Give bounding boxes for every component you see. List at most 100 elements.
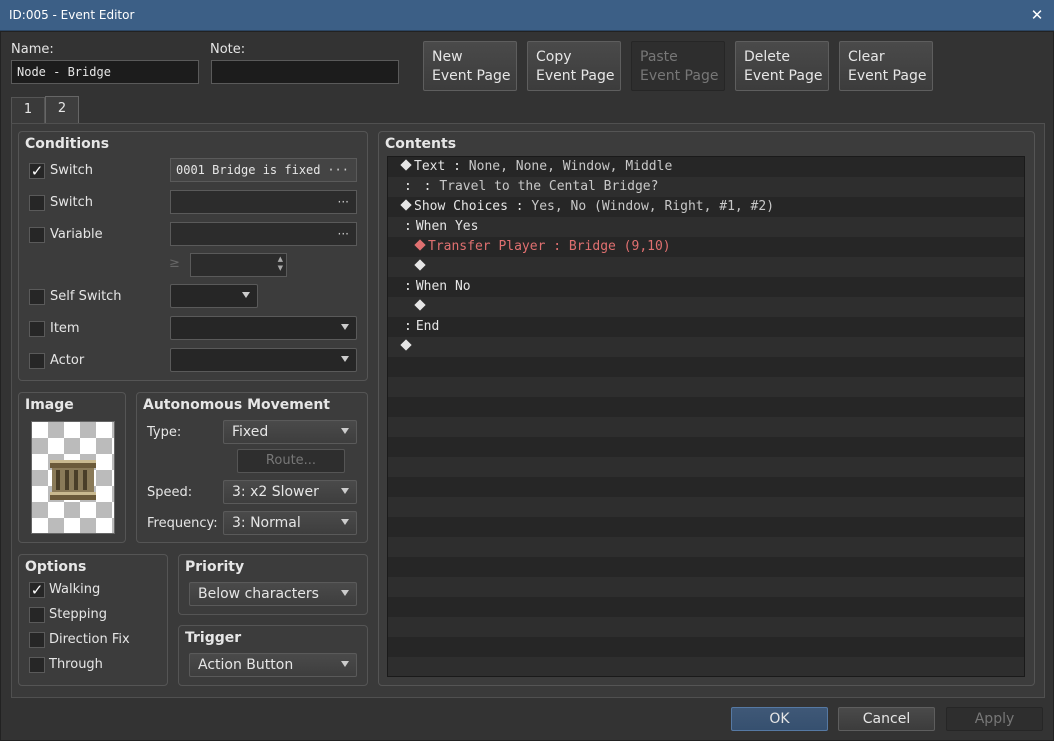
variable-field[interactable]: ··· xyxy=(170,222,357,246)
button-line: Clear xyxy=(848,49,885,65)
chevron-down-icon xyxy=(242,292,250,298)
switch1-checkbox[interactable] xyxy=(29,163,45,179)
command-row[interactable] xyxy=(388,257,1024,277)
button-line: Event Page xyxy=(744,68,823,84)
actor-checkbox[interactable] xyxy=(29,353,45,369)
trigger-value: Action Button xyxy=(198,657,294,673)
command-row[interactable]: : When No xyxy=(388,277,1024,297)
options-title: Options xyxy=(25,559,87,575)
command-marker-icon xyxy=(414,258,426,271)
chevron-down-icon xyxy=(341,428,349,434)
stepping-checkbox[interactable] xyxy=(29,607,45,623)
event-command-list[interactable]: Text : None, None, Window, Middle: : Tra… xyxy=(387,156,1025,677)
switch2-checkbox[interactable] xyxy=(29,195,45,211)
chevron-down-icon xyxy=(341,661,349,667)
command-row[interactable] xyxy=(388,577,1024,597)
command-row[interactable] xyxy=(388,597,1024,617)
command-name: When Yes xyxy=(415,219,479,234)
command-row[interactable] xyxy=(388,357,1024,377)
command-row[interactable]: Text : None, None, Window, Middle xyxy=(388,157,1024,177)
self-switch-checkbox[interactable] xyxy=(29,289,45,305)
close-icon[interactable]: ✕ xyxy=(1026,4,1048,26)
chevron-down-icon xyxy=(341,324,349,330)
command-row[interactable] xyxy=(388,657,1024,676)
switch2-field[interactable]: ··· xyxy=(170,190,357,214)
priority-select[interactable]: Below characters xyxy=(189,582,357,606)
item-select[interactable] xyxy=(170,316,357,340)
command-name: End xyxy=(415,319,440,334)
copy-event-page-button[interactable]: Copy Event Page xyxy=(527,41,621,91)
command-row[interactable] xyxy=(388,457,1024,477)
type-select[interactable]: Fixed xyxy=(223,420,357,444)
cancel-button[interactable]: Cancel xyxy=(838,707,935,731)
new-event-page-button[interactable]: New Event Page xyxy=(423,41,517,91)
command-args: None, None, Window, Middle xyxy=(468,159,673,174)
priority-value: Below characters xyxy=(198,586,319,602)
switch2-label: Switch xyxy=(50,195,93,210)
name-field[interactable]: Node - Bridge xyxy=(11,60,199,84)
command-row[interactable] xyxy=(388,397,1024,417)
variable-checkbox[interactable] xyxy=(29,227,45,243)
walking-checkbox[interactable] xyxy=(29,582,45,598)
image-preview[interactable] xyxy=(31,421,115,534)
paste-event-page-button[interactable]: Paste Event Page xyxy=(631,41,725,91)
actor-select[interactable] xyxy=(170,348,357,372)
apply-button[interactable]: Apply xyxy=(946,707,1043,731)
command-row[interactable] xyxy=(388,477,1024,497)
command-separator: : xyxy=(507,199,532,214)
type-label: Type: xyxy=(147,425,182,440)
priority-group: Priority Below characters xyxy=(178,554,368,615)
frequency-select[interactable]: 3: Normal xyxy=(223,511,357,535)
command-row[interactable] xyxy=(388,617,1024,637)
command-args: Yes, No (Window, Right, #1, #2) xyxy=(531,199,775,214)
switch1-field[interactable]: 0001 Bridge is fixed ··· xyxy=(170,158,357,182)
continuation-marker: : xyxy=(404,219,412,234)
command-row[interactable] xyxy=(388,517,1024,537)
tab-page-2[interactable]: 2 xyxy=(45,96,79,123)
command-args: Bridge (9,10) xyxy=(568,239,671,254)
walking-label: Walking xyxy=(49,582,101,597)
command-name: Show Choices xyxy=(414,199,508,214)
command-row[interactable] xyxy=(388,637,1024,657)
delete-event-page-button[interactable]: Delete Event Page xyxy=(735,41,829,91)
command-row[interactable] xyxy=(388,537,1024,557)
continuation-marker: : xyxy=(404,319,412,334)
self-switch-select[interactable] xyxy=(170,284,258,308)
command-row[interactable]: : : Travel to the Cental Bridge? xyxy=(388,177,1024,197)
variable-amount-spinner[interactable]: ▲ ▼ xyxy=(190,253,287,277)
through-checkbox[interactable] xyxy=(29,657,45,673)
item-checkbox[interactable] xyxy=(29,321,45,337)
command-row[interactable] xyxy=(388,417,1024,437)
chevron-down-icon xyxy=(341,590,349,596)
more-icon: ··· xyxy=(337,227,349,241)
command-args: Travel to the Cental Bridge? xyxy=(439,179,659,194)
tab-page-1[interactable]: 1 xyxy=(11,97,45,123)
command-row[interactable] xyxy=(388,497,1024,517)
command-row[interactable] xyxy=(388,337,1024,357)
command-row[interactable] xyxy=(388,297,1024,317)
conditions-title: Conditions xyxy=(25,136,110,152)
command-marker-icon xyxy=(414,298,426,311)
command-row[interactable]: Transfer Player : Bridge (9,10) xyxy=(388,237,1024,257)
button-line: Event Page xyxy=(432,68,511,84)
ok-button[interactable]: OK xyxy=(731,707,828,731)
command-row[interactable] xyxy=(388,557,1024,577)
chevron-down-icon xyxy=(341,356,349,362)
command-separator: : xyxy=(545,239,569,254)
route-button[interactable]: Route... xyxy=(237,449,345,473)
speed-select[interactable]: 3: x2 Slower xyxy=(223,480,357,504)
trigger-select[interactable]: Action Button xyxy=(189,653,357,677)
continuation-marker: : xyxy=(404,279,412,294)
clear-event-page-button[interactable]: Clear Event Page xyxy=(839,41,933,91)
more-icon: ··· xyxy=(337,195,349,209)
command-row[interactable]: : When Yes xyxy=(388,217,1024,237)
command-row[interactable] xyxy=(388,377,1024,397)
variable-label: Variable xyxy=(50,227,103,242)
ge-symbol: ≥ xyxy=(169,256,180,271)
note-field[interactable] xyxy=(211,60,399,84)
command-row[interactable]: Show Choices : Yes, No (Window, Right, #… xyxy=(388,197,1024,217)
command-row[interactable]: : End xyxy=(388,317,1024,337)
command-row[interactable] xyxy=(388,437,1024,457)
continuation-marker: : xyxy=(404,179,412,194)
direction-fix-checkbox[interactable] xyxy=(29,632,45,648)
